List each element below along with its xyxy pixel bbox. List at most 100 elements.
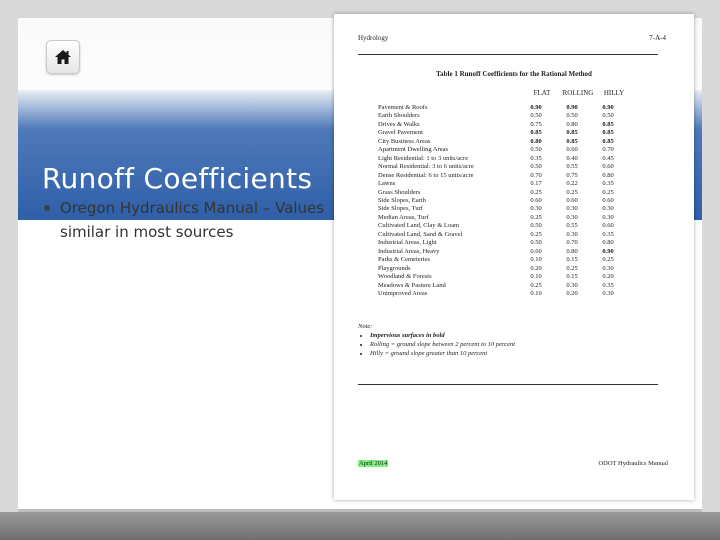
cell-rolling: 0.80	[566, 247, 578, 255]
cell-hilly: 0.60	[602, 196, 614, 204]
home-button[interactable]	[46, 40, 80, 74]
table-row: Grass Shoulders 0.25 0.25 0.25	[378, 189, 626, 197]
cell-hilly: 0.50	[602, 112, 614, 120]
bullet-text: Oregon Hydraulics Manual – Values simila…	[60, 199, 325, 241]
row-label: Light Residential: 1 to 3 units/acre	[378, 154, 469, 162]
cell-rolling: 0.15	[566, 273, 578, 281]
table-row: Unimproved Areas 0.10 0.20 0.30	[378, 290, 626, 298]
row-label: Lawns	[378, 180, 396, 188]
table-row: Meadows & Pasture Land 0.25 0.30 0.35	[378, 282, 626, 290]
row-label: Meadows & Pasture Land	[378, 281, 446, 289]
cell-rolling: 0.30	[566, 281, 578, 289]
cell-flat: 0.20	[530, 264, 542, 272]
cell-flat: 0.10	[530, 289, 542, 297]
runoff-table: Pavement & Roofs 0.90 0.90 0.90 Earth Should…	[378, 104, 626, 298]
cell-hilly: 0.20	[602, 273, 614, 281]
table-row: Industrial Areas, Heavy 0.60 0.80 0.90	[378, 248, 626, 256]
cell-hilly: 0.35	[602, 230, 614, 238]
cell-flat: 0.10	[530, 273, 542, 281]
note-item: Hilly = ground slope greater than 10 per…	[370, 349, 515, 358]
cell-hilly: 0.25	[602, 188, 614, 196]
table-row: Gravel Pavement 0.85 0.85 0.85	[378, 129, 626, 137]
col-header-hilly: HILLY	[603, 89, 625, 97]
cell-rolling: 0.70	[566, 239, 578, 247]
cell-hilly: 0.30	[602, 264, 614, 272]
table-row: Cultivated Land, Sand & Gravel 0.25 0.30 0.…	[378, 231, 626, 239]
cell-rolling: 0.30	[566, 205, 578, 213]
doc-notes: Note: Impervious surfaces in boldRolling…	[358, 322, 515, 358]
cell-hilly: 0.85	[602, 137, 614, 145]
cell-hilly: 0.85	[602, 120, 614, 128]
table-row: Median Areas, Turf 0.25 0.30 0.30	[378, 214, 626, 222]
table-row: Playgrounds 0.20 0.25 0.30	[378, 265, 626, 273]
cell-rolling: 0.20	[566, 289, 578, 297]
row-label: Industrial Areas, Light	[378, 239, 437, 247]
cell-rolling: 0.60	[566, 146, 578, 154]
table-row: Parks & Cemeteries 0.10 0.15 0.25	[378, 256, 626, 264]
table-row: City Business Areas 0.80 0.85 0.85	[378, 138, 626, 146]
cell-hilly: 0.60	[602, 163, 614, 171]
row-label: Playgrounds	[378, 264, 411, 272]
row-label: Drives & Walks	[378, 120, 420, 128]
doc-rule	[358, 54, 658, 55]
cell-flat: 0.50	[530, 112, 542, 120]
cell-flat: 0.30	[530, 205, 542, 213]
row-label: Pavement & Roofs	[378, 104, 428, 111]
cell-rolling: 0.55	[566, 163, 578, 171]
row-label: Cultivated Land, Clay & Loam	[378, 222, 460, 230]
row-label: Cultivated Land, Sand & Gravel	[378, 230, 463, 238]
row-label: Unimproved Areas	[378, 289, 428, 297]
row-label: Dense Residential: 6 to 15 units/acre	[378, 171, 474, 179]
cell-flat: 0.35	[530, 154, 542, 162]
cell-rolling: 0.85	[566, 137, 578, 145]
cell-hilly: 0.25	[602, 256, 614, 264]
cell-hilly: 0.45	[602, 154, 614, 162]
cell-rolling: 0.90	[566, 104, 578, 111]
cell-flat: 0.50	[530, 239, 542, 247]
cell-flat: 0.70	[530, 171, 542, 179]
cell-flat: 0.50	[530, 146, 542, 154]
table-row: Pavement & Roofs 0.90 0.90 0.90	[378, 104, 626, 112]
note-item: Rolling = ground slope between 2 percent…	[370, 340, 515, 349]
cell-hilly: 0.90	[602, 247, 614, 255]
cell-hilly: 0.30	[602, 289, 614, 297]
cell-rolling: 0.40	[566, 154, 578, 162]
cell-rolling: 0.25	[566, 264, 578, 272]
row-label: Industrial Areas, Heavy	[378, 247, 440, 255]
table-row: Industrial Areas, Light 0.50 0.70 0.80	[378, 239, 626, 247]
cell-rolling: 0.60	[566, 196, 578, 204]
doc-footer-left: April 2014	[358, 460, 389, 467]
notes-header: Note:	[358, 323, 373, 330]
cell-rolling: 0.80	[566, 120, 578, 128]
table-row: Drives & Walks 0.75 0.80 0.85	[378, 121, 626, 129]
row-label: City Business Areas	[378, 137, 431, 145]
cell-rolling: 0.50	[566, 112, 578, 120]
home-icon	[55, 50, 71, 64]
notes-list: Impervious surfaces in boldRolling = gro…	[358, 331, 515, 358]
note-item: Impervious surfaces in bold	[370, 331, 515, 340]
document-image: Hydrology 7-A-4 Table 1 Runoff Coefficie…	[334, 14, 694, 500]
slide-title: Runoff Coefficients	[42, 162, 313, 195]
cell-flat: 0.10	[530, 256, 542, 264]
row-label: Parks & Cemeteries	[378, 256, 430, 264]
doc-header-left: Hydrology	[358, 34, 389, 42]
cell-flat: 0.60	[530, 196, 542, 204]
table-row: Earth Shoulders 0.50 0.50 0.50	[378, 112, 626, 120]
cell-flat: 0.75	[530, 120, 542, 128]
cell-rolling: 0.30	[566, 213, 578, 221]
cell-flat: 0.80	[530, 137, 542, 145]
doc-rule	[358, 384, 658, 385]
table-row: Side Slopes, Earth 0.60 0.60 0.60	[378, 197, 626, 205]
cell-flat: 0.50	[530, 163, 542, 171]
cell-rolling: 0.85	[566, 129, 578, 137]
cell-flat: 0.50	[530, 222, 542, 230]
row-label: Side Slopes, Earth	[378, 196, 426, 204]
doc-footer-right: ODOT Hydraulics Manual	[598, 460, 668, 467]
cell-hilly: 0.60	[602, 222, 614, 230]
row-label: Gravel Pavement	[378, 129, 423, 137]
cell-rolling: 0.75	[566, 171, 578, 179]
cell-rolling: 0.30	[566, 230, 578, 238]
table-row: Cultivated Land, Clay & Loam 0.50 0.55 0.60	[378, 222, 626, 230]
cell-hilly: 0.80	[602, 239, 614, 247]
table-row: Light Residential: 1 to 3 units/acre 0.35…	[378, 155, 626, 163]
